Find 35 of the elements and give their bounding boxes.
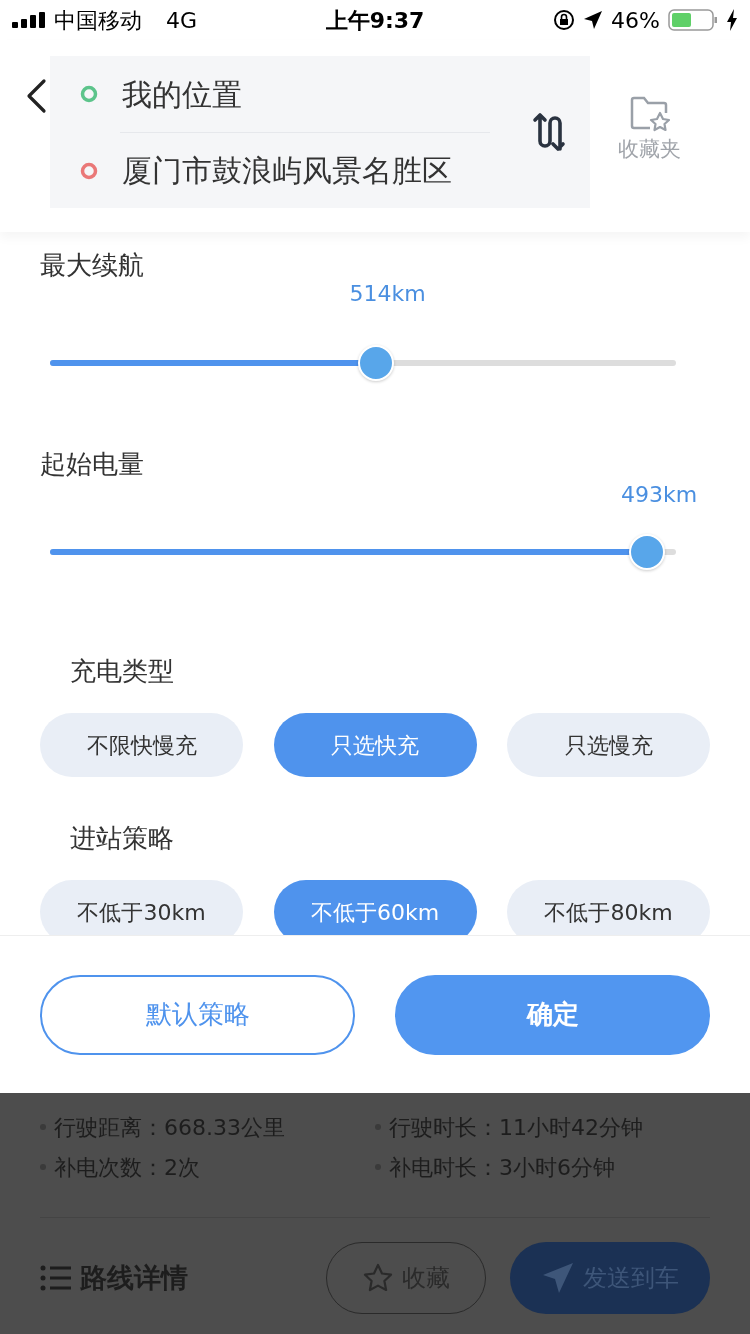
option-pill[interactable]: 只选慢充 — [507, 713, 710, 777]
charging-bolt-icon — [726, 9, 738, 31]
slider-label: 最大续航 — [40, 249, 144, 282]
star-icon — [362, 1262, 394, 1294]
favorites-label[interactable]: 收藏夹 — [618, 134, 681, 166]
battery-icon — [668, 9, 718, 31]
network-type: 4G — [166, 6, 198, 35]
slider-reading: 514km — [349, 280, 426, 308]
slider-label: 起始电量 — [40, 448, 144, 481]
origin-dot-icon — [80, 85, 98, 103]
list-icon[interactable] — [40, 1265, 72, 1291]
rotation-lock-icon — [553, 9, 576, 31]
destination-dot-icon — [80, 161, 98, 180]
option-pill[interactable]: 不低于60km — [273, 880, 477, 935]
option-pill[interactable]: 不低于80km — [507, 880, 710, 935]
slider-thumb[interactable] — [357, 345, 394, 381]
slider-reading: 493km — [621, 481, 698, 509]
battery-percent: 46% — [611, 6, 660, 35]
destination-field[interactable]: 厦门市鼓浪屿风景名胜区 — [122, 148, 452, 193]
option-pill[interactable]: 只选快充 — [273, 713, 477, 777]
carrier-name: 中国移动 — [54, 6, 142, 35]
location-arrow-icon — [583, 10, 604, 30]
paper-plane-icon — [541, 1261, 575, 1295]
section-title: 进站策略 — [70, 822, 175, 855]
default-strategy-button[interactable]: 默认策略 — [40, 974, 355, 1055]
slider-thumb[interactable] — [629, 534, 666, 570]
swap-route-icon[interactable] — [532, 112, 566, 152]
option-pill[interactable]: 不限快慢充 — [40, 713, 243, 777]
confirm-button[interactable]: 确定 — [395, 974, 710, 1055]
origin-field[interactable]: 我的位置 — [122, 71, 242, 117]
option-pill[interactable]: 不低于30km — [40, 880, 243, 935]
status-time: 上午9:37 — [325, 6, 425, 35]
section-title: 充电类型 — [70, 655, 175, 688]
signal-icon — [12, 12, 46, 28]
folder-star-icon[interactable] — [629, 96, 670, 132]
